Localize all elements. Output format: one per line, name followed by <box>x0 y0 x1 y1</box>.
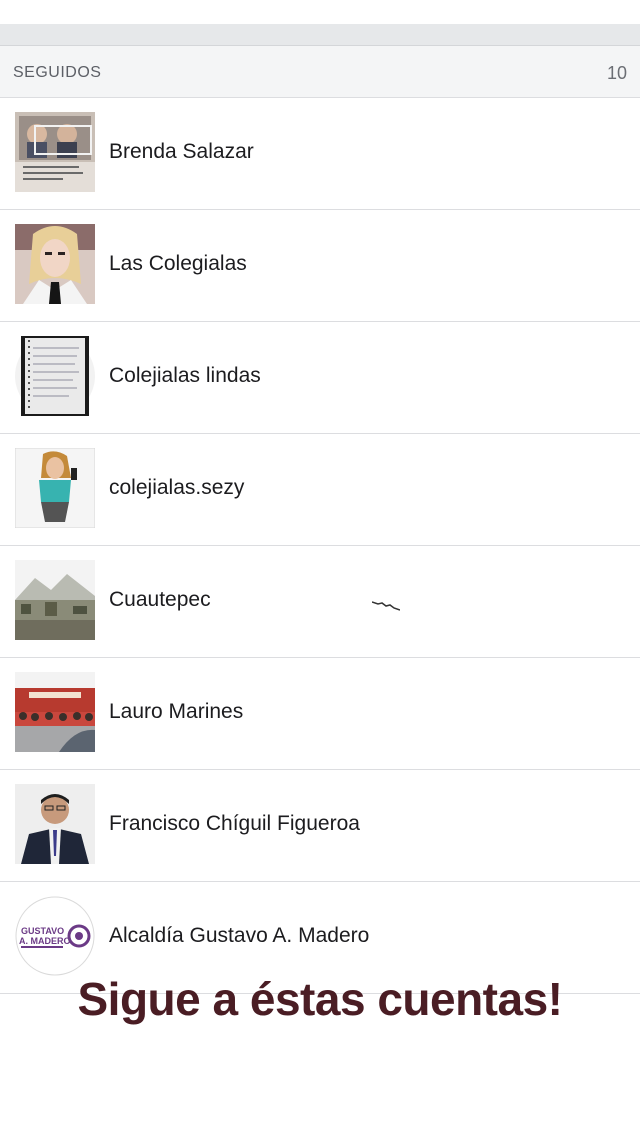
account-name[interactable]: Francisco Chíguil Figueroa <box>109 812 360 836</box>
man-portrait-icon[interactable] <box>15 784 95 864</box>
girl-selfie-icon[interactable] <box>15 448 95 528</box>
svg-text:GUSTAVO: GUSTAVO <box>21 926 64 936</box>
section-count: 10 <box>606 63 627 83</box>
account-name[interactable]: Brenda Salazar <box>109 140 254 164</box>
following-section-header: SEGUIDOS 10 <box>0 46 640 98</box>
account-name[interactable]: Alcaldía Gustavo A. Madero <box>109 924 369 948</box>
section-title: SEGUIDOS <box>13 64 102 81</box>
mountain-landscape-icon[interactable] <box>15 560 95 640</box>
account-row-francisco-chiguil-figueroa[interactable]: Francisco Chíguil Figueroa <box>0 770 640 882</box>
crowd-event-icon[interactable] <box>15 672 95 752</box>
overlay-caption: Sigue a éstas cuentas! <box>77 973 563 1025</box>
notebook-page-icon[interactable] <box>15 336 95 416</box>
section-separator <box>0 24 640 46</box>
scribble-mark <box>372 601 400 611</box>
photo-collage-icon[interactable] <box>15 112 95 192</box>
account-row-cuautepec[interactable]: Cuautepec <box>0 546 640 658</box>
account-row-brenda-salazar[interactable]: Brenda Salazar <box>0 98 640 210</box>
account-row-colejialas-lindas[interactable]: Colejialas lindas <box>0 322 640 434</box>
account-row-lauro-marines[interactable]: Lauro Marines <box>0 658 640 770</box>
account-name[interactable]: Colejialas lindas <box>109 364 261 388</box>
gam-logo-icon[interactable]: GUSTAVO A. MADERO <box>15 896 95 976</box>
account-name[interactable]: colejialas.sezy <box>109 476 244 500</box>
account-name[interactable]: Las Colegialas <box>109 252 247 276</box>
account-name[interactable]: Cuautepec <box>109 588 211 612</box>
svg-text:A. MADERO: A. MADERO <box>19 936 71 946</box>
account-row-las-colegialas[interactable]: Las Colegialas <box>0 210 640 322</box>
top-area <box>0 0 640 24</box>
account-name[interactable]: Lauro Marines <box>109 700 243 724</box>
account-row-colejialas-sezy[interactable]: colejialas.sezy <box>0 434 640 546</box>
girl-portrait-icon[interactable] <box>15 224 95 304</box>
following-list: Brenda Salazar Las Colegialas Colejialas… <box>0 98 640 994</box>
